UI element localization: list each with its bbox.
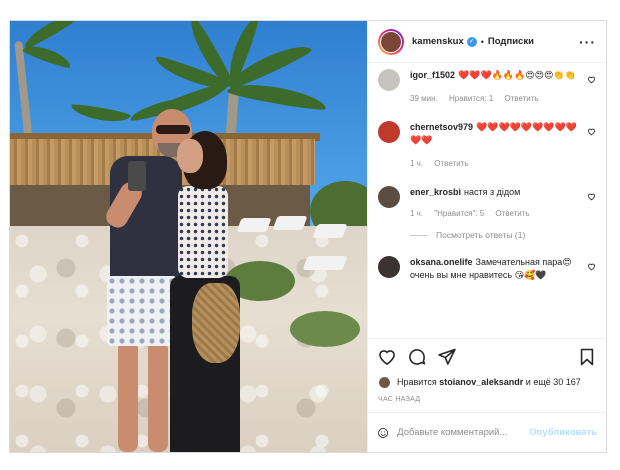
post-timestamp[interactable]: ЧАС НАЗАД [368,390,606,412]
commenter-avatar[interactable] [378,69,400,91]
commenter-username[interactable]: oksana.onelife [410,257,473,267]
emoji-smile-icon[interactable] [377,423,389,443]
comment-content: ❤️❤️❤️🔥🔥🔥😍😍😍👏👏 [458,70,576,80]
more-options-icon[interactable]: ··· [579,35,596,49]
comment-like-heart-icon[interactable] [587,127,596,136]
sunglasses [156,125,190,134]
comment-time[interactable]: 1 ч. [410,159,423,168]
reply-button[interactable]: Ответить [434,159,468,168]
comment-content: настя з дідом [464,187,521,197]
commenter-username[interactable]: chernetsov979 [410,122,473,132]
heart-icon[interactable] [377,347,397,367]
comment-item: chernetsov979 ❤️❤️❤️❤️❤️❤️❤️❤️❤️❤️❤️ 1 ч.… [378,121,596,168]
liker-username[interactable]: stoianov_aleksandr [439,377,523,387]
comment-like-heart-icon[interactable] [587,192,596,201]
likes-prefix: Нравится [397,377,437,387]
commenter-avatar[interactable] [378,186,400,208]
post-actions [368,338,606,374]
comment-text: igor_f1502 ❤️❤️❤️🔥🔥🔥😍😍😍👏👏 [410,69,578,82]
straw-bag [192,283,240,363]
liker-avatar[interactable] [378,375,391,389]
following-button[interactable]: Подписки [488,36,534,47]
publish-button[interactable]: Опубликовать [529,427,597,438]
comment-item: igor_f1502 ❤️❤️❤️🔥🔥🔥😍😍😍👏👏 39 мин. Нравитс… [378,69,596,103]
lounge-chairs [235,216,367,286]
shorts [107,276,177,346]
likes-count[interactable]: и ещё 30 167 [526,377,581,387]
commenter-username[interactable]: ener_krosbi [410,187,461,197]
bush [290,311,360,347]
comment-item: oksana.onelife Замечательная пара😍очень в… [378,256,596,282]
comment-likes[interactable]: Нравится: 1 [449,94,493,103]
comment-item: ener_krosbi настя з дідом 1 ч. "Нравится"… [378,186,596,240]
comment-input[interactable] [397,427,530,438]
send-icon[interactable] [437,347,457,367]
comment-likes[interactable]: "Нравится": 5 [434,209,484,218]
comment-text: oksana.onelife Замечательная пара😍очень в… [410,256,578,282]
bookmark-icon[interactable] [577,347,597,367]
likes-summary: Нравится stoianov_aleksandr и ещё 30 167 [368,374,606,390]
comment-like-heart-icon[interactable] [587,75,596,84]
reply-button[interactable]: Ответить [495,209,529,218]
woman-face [177,139,203,173]
comment-icon[interactable] [407,347,427,367]
comment-meta: 39 мин. Нравится: 1 Ответить [410,94,578,103]
phone [128,161,146,191]
comment-text: ener_krosbi настя з дідом [410,186,578,199]
post-sidebar: kamenskux ✓ • Подписки ··· igor_f1502 ❤️❤… [367,21,606,452]
comments-list[interactable]: igor_f1502 ❤️❤️❤️🔥🔥🔥😍😍😍👏👏 39 мин. Нравитс… [368,63,606,338]
comment-like-heart-icon[interactable] [587,262,596,271]
verified-badge-icon: ✓ [466,36,477,47]
commenter-username[interactable]: igor_f1502 [410,70,455,80]
author-username[interactable]: kamenskux [412,36,464,47]
comment-meta: 1 ч. "Нравится": 5 Ответить [410,209,578,218]
post-header: kamenskux ✓ • Подписки ··· [368,21,606,63]
man-leg [148,341,168,452]
comment-time[interactable]: 1 ч. [410,209,423,218]
comment-meta: 1 ч. Ответить [410,159,578,168]
post-modal: kamenskux ✓ • Подписки ··· igor_f1502 ❤️❤… [9,20,607,453]
view-replies-label: Посмотреть ответы (1) [436,230,526,240]
comment-time[interactable]: 39 мин. [410,94,438,103]
comment-text: chernetsov979 ❤️❤️❤️❤️❤️❤️❤️❤️❤️❤️❤️ [410,121,578,147]
separator-dot: • [480,36,484,47]
replies-divider [410,234,428,236]
man-leg [118,341,138,452]
commenter-avatar[interactable] [378,121,400,143]
author-avatar[interactable] [378,28,404,55]
add-comment-bar: Опубликовать [368,412,606,452]
commenter-avatar[interactable] [378,256,400,278]
view-replies-button[interactable]: Посмотреть ответы (1) [410,230,578,240]
woman-top [178,186,228,278]
post-photo[interactable] [10,21,367,452]
reply-button[interactable]: Ответить [504,94,538,103]
